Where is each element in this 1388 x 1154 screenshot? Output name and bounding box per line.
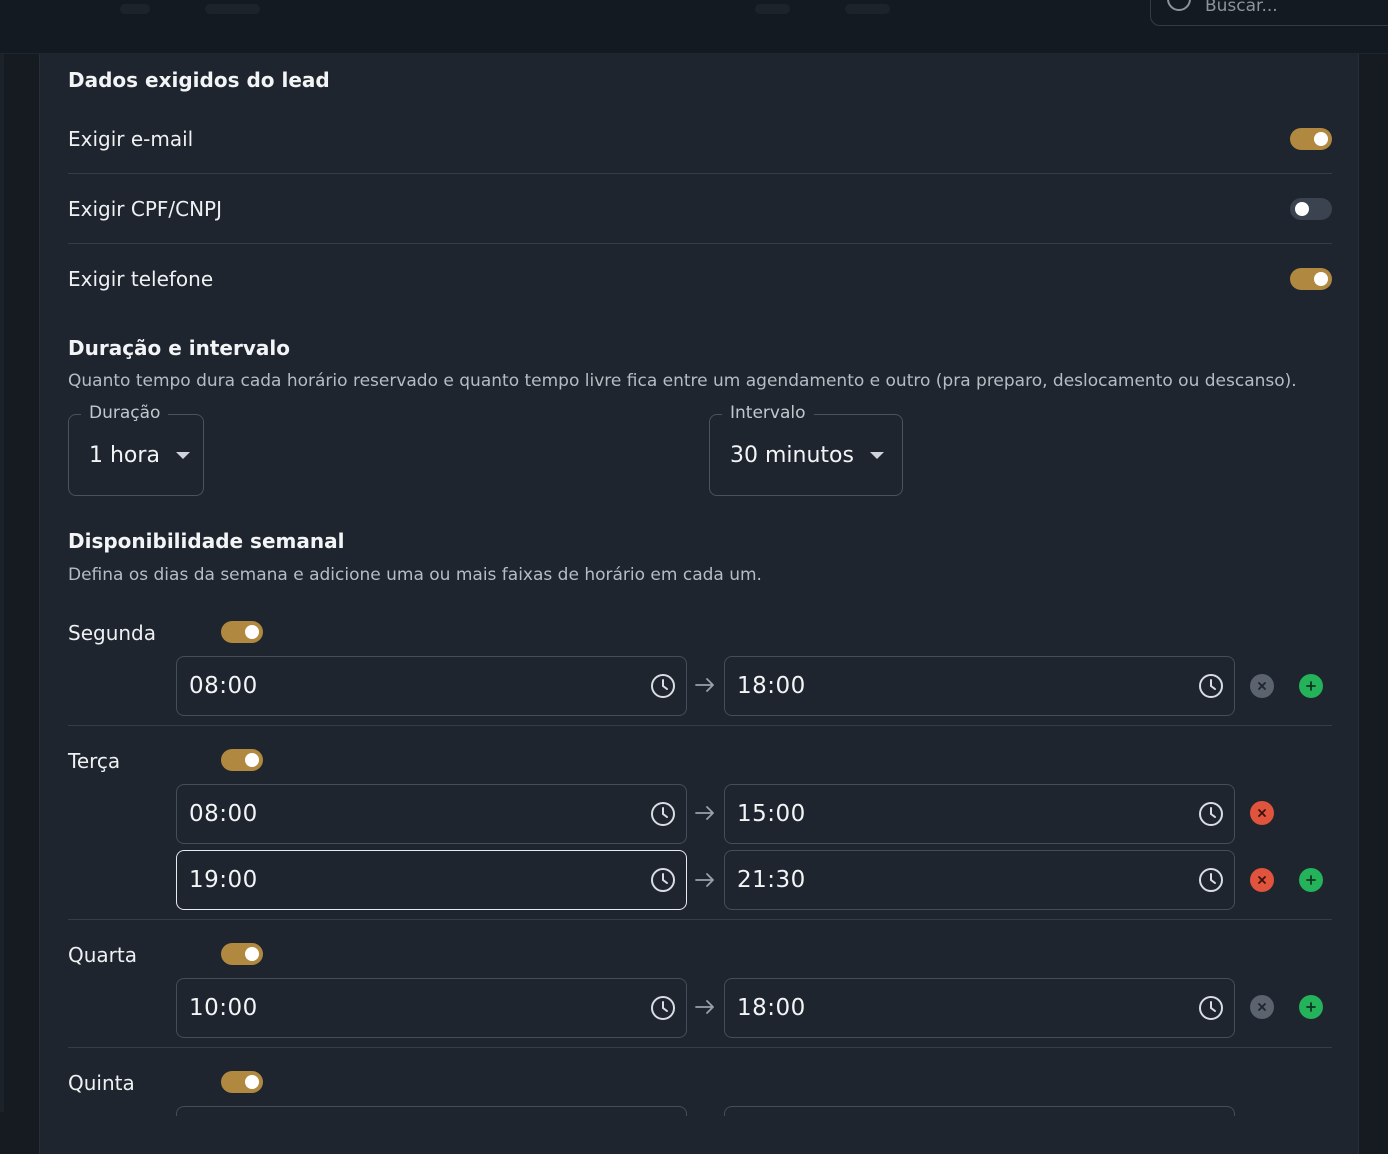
toggle-knob <box>245 1075 259 1089</box>
day-divider <box>68 919 1332 920</box>
close-icon <box>1258 809 1266 817</box>
lead-section-title: Dados exigidos do lead <box>68 68 330 92</box>
top-bar: Buscar... <box>0 0 1388 54</box>
interval-select-label: Intervalo <box>722 403 814 423</box>
thursday-range-1-start-partial[interactable] <box>176 1106 687 1116</box>
require-phone-row: Exigir telefone <box>68 244 1332 314</box>
interval-select-value: 30 minutos <box>730 442 854 468</box>
require-email-row: Exigir e-mail <box>68 104 1332 174</box>
require-phone-label: Exigir telefone <box>68 267 214 291</box>
plus-icon <box>1306 1002 1316 1012</box>
plus-icon <box>1306 681 1316 691</box>
day-toggle-monday[interactable] <box>221 621 263 643</box>
day-label-tuesday: Terça <box>68 749 121 773</box>
duration-select[interactable]: Duração 1 hora <box>68 403 204 496</box>
search-icon <box>1167 0 1191 11</box>
add-range-button[interactable] <box>1299 995 1323 1019</box>
toggle-knob <box>1295 201 1309 216</box>
arrow-right-icon <box>695 1000 714 1014</box>
tuesday-range-2-start[interactable]: 19:00 <box>176 850 687 910</box>
caret-down-icon <box>175 451 190 459</box>
plus-icon <box>1306 875 1316 885</box>
duration-select-label: Duração <box>81 403 169 423</box>
clock-icon <box>651 674 675 698</box>
require-email-toggle[interactable] <box>1290 127 1332 150</box>
time-value: 08:00 <box>189 801 258 827</box>
wednesday-range-1-end[interactable]: 18:00 <box>724 978 1235 1038</box>
arrow-right-icon <box>695 678 714 692</box>
close-icon <box>1258 1003 1266 1011</box>
remove-range-button[interactable] <box>1250 801 1274 825</box>
day-toggle-thursday[interactable] <box>221 1071 263 1093</box>
remove-range-button[interactable] <box>1250 868 1274 892</box>
thursday-range-1-end-partial[interactable] <box>724 1106 1235 1116</box>
add-range-button[interactable] <box>1299 674 1323 698</box>
clock-icon <box>651 802 675 826</box>
day-divider <box>68 725 1332 726</box>
blurred-nav-item <box>120 4 150 14</box>
time-value: 19:00 <box>189 867 258 893</box>
duration-section-title: Duração e intervalo <box>68 336 290 360</box>
day-label-monday: Segunda <box>68 621 156 645</box>
tuesday-range-1-end[interactable]: 15:00 <box>724 784 1235 844</box>
toggle-knob <box>1314 131 1328 146</box>
toggle-knob <box>245 753 259 767</box>
time-value: 10:00 <box>189 995 258 1021</box>
time-value: 08:00 <box>189 673 258 699</box>
settings-panel: Dados exigidos do lead Exigir e-mail Exi… <box>39 54 1359 1154</box>
tuesday-range-1-start[interactable]: 08:00 <box>176 784 687 844</box>
weekly-section-description: Defina os dias da semana e adicione uma … <box>68 565 762 585</box>
arrow-right-icon <box>695 806 714 820</box>
clock-icon <box>1199 674 1223 698</box>
interval-select[interactable]: Intervalo 30 minutos <box>709 403 903 496</box>
toggle-knob <box>245 625 259 639</box>
toggle-knob <box>1314 272 1328 286</box>
time-value: 21:30 <box>737 867 806 893</box>
caret-down-icon <box>869 451 884 459</box>
duration-select-value: 1 hora <box>89 442 160 468</box>
weekly-section-title: Disponibilidade semanal <box>68 529 345 553</box>
close-icon <box>1258 876 1266 884</box>
blurred-nav-item <box>845 4 890 14</box>
duration-section-description: Quanto tempo dura cada horário reservado… <box>68 371 1297 391</box>
require-phone-toggle[interactable] <box>1290 268 1332 290</box>
day-label-thursday: Quinta <box>68 1071 135 1095</box>
clock-icon <box>1199 802 1223 826</box>
search-placeholder: Buscar... <box>1205 0 1278 16</box>
clock-icon <box>651 996 675 1020</box>
left-rail <box>0 54 4 1112</box>
remove-range-button[interactable] <box>1250 995 1274 1019</box>
require-email-label: Exigir e-mail <box>68 126 194 151</box>
blurred-nav-item <box>205 4 260 14</box>
remove-range-button[interactable] <box>1250 674 1274 698</box>
require-cpf-toggle[interactable] <box>1290 197 1332 220</box>
time-value: 18:00 <box>737 995 806 1021</box>
arrow-right-icon <box>695 873 714 887</box>
day-label-wednesday: Quarta <box>68 943 137 967</box>
time-value: 15:00 <box>737 801 806 827</box>
tuesday-range-2-end[interactable]: 21:30 <box>724 850 1235 910</box>
toggle-knob <box>245 947 259 961</box>
clock-icon <box>651 868 675 892</box>
require-cpf-label: Exigir CPF/CNPJ <box>68 196 223 221</box>
wednesday-range-1-start[interactable]: 10:00 <box>176 978 687 1038</box>
search-input[interactable]: Buscar... <box>1150 0 1388 26</box>
blurred-nav-item <box>755 4 790 14</box>
add-range-button[interactable] <box>1299 868 1323 892</box>
day-divider <box>68 1047 1332 1048</box>
require-cpf-row: Exigir CPF/CNPJ <box>68 174 1332 244</box>
monday-range-1-start[interactable]: 08:00 <box>176 656 687 716</box>
time-value: 18:00 <box>737 673 806 699</box>
clock-icon <box>1199 868 1223 892</box>
day-toggle-wednesday[interactable] <box>221 943 263 965</box>
day-toggle-tuesday[interactable] <box>221 749 263 771</box>
close-icon <box>1258 682 1266 690</box>
monday-range-1-end[interactable]: 18:00 <box>724 656 1235 716</box>
clock-icon <box>1199 996 1223 1020</box>
